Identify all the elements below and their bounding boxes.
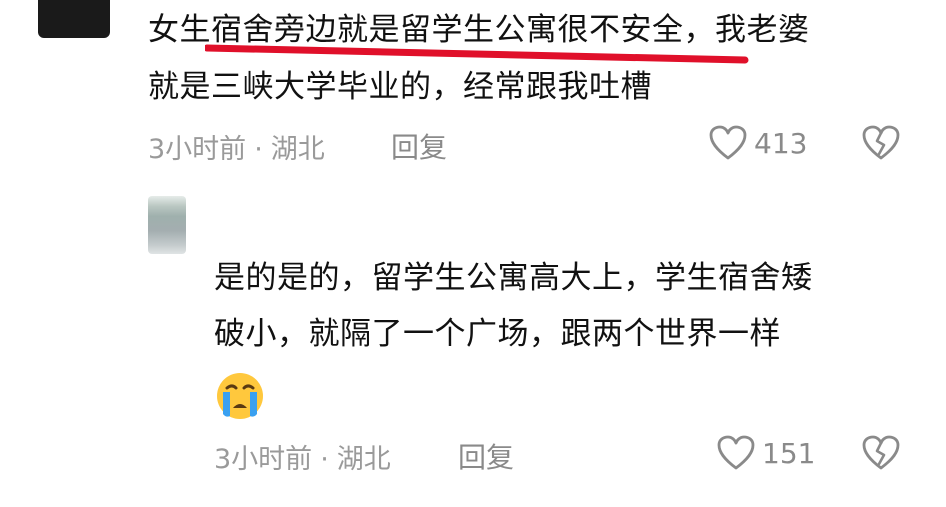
meta-separator: · (320, 444, 329, 475)
comment-meta: 3小时前 · 湖北 (148, 127, 325, 166)
commenter-avatar[interactable] (38, 0, 110, 38)
broken-heart-icon[interactable] (861, 434, 901, 474)
like-count: 151 (762, 436, 816, 470)
reply-text-line: 是的是的，留学生公寓高大上，学生宿舍矮 (214, 260, 813, 296)
heart-icon (709, 125, 747, 160)
like-count: 413 (754, 126, 808, 160)
reply-location: 湖北 (336, 444, 391, 475)
reply-button[interactable]: 回复 (391, 126, 447, 166)
comment-time: 3小时前 (148, 134, 247, 165)
broken-heart-icon[interactable] (861, 124, 901, 164)
like-button[interactable]: 413 (708, 124, 807, 162)
heart-icon (717, 435, 755, 470)
crying-face-emoji (217, 373, 263, 419)
like-button[interactable]: 151 (716, 434, 815, 472)
comment-location: 湖北 (270, 134, 325, 165)
reply-button[interactable]: 回复 (458, 436, 514, 476)
meta-separator: · (254, 134, 263, 165)
comment-text-line: 就是三峡大学毕业的，经常跟我吐槽 (148, 69, 652, 105)
reply-time: 3小时前 (214, 444, 313, 475)
reply-commenter-avatar[interactable] (148, 196, 186, 254)
reply-meta: 3小时前 · 湖北 (214, 437, 391, 476)
reply-text-line: 破小，就隔了一个广场，跟两个世界一样 (214, 316, 781, 352)
